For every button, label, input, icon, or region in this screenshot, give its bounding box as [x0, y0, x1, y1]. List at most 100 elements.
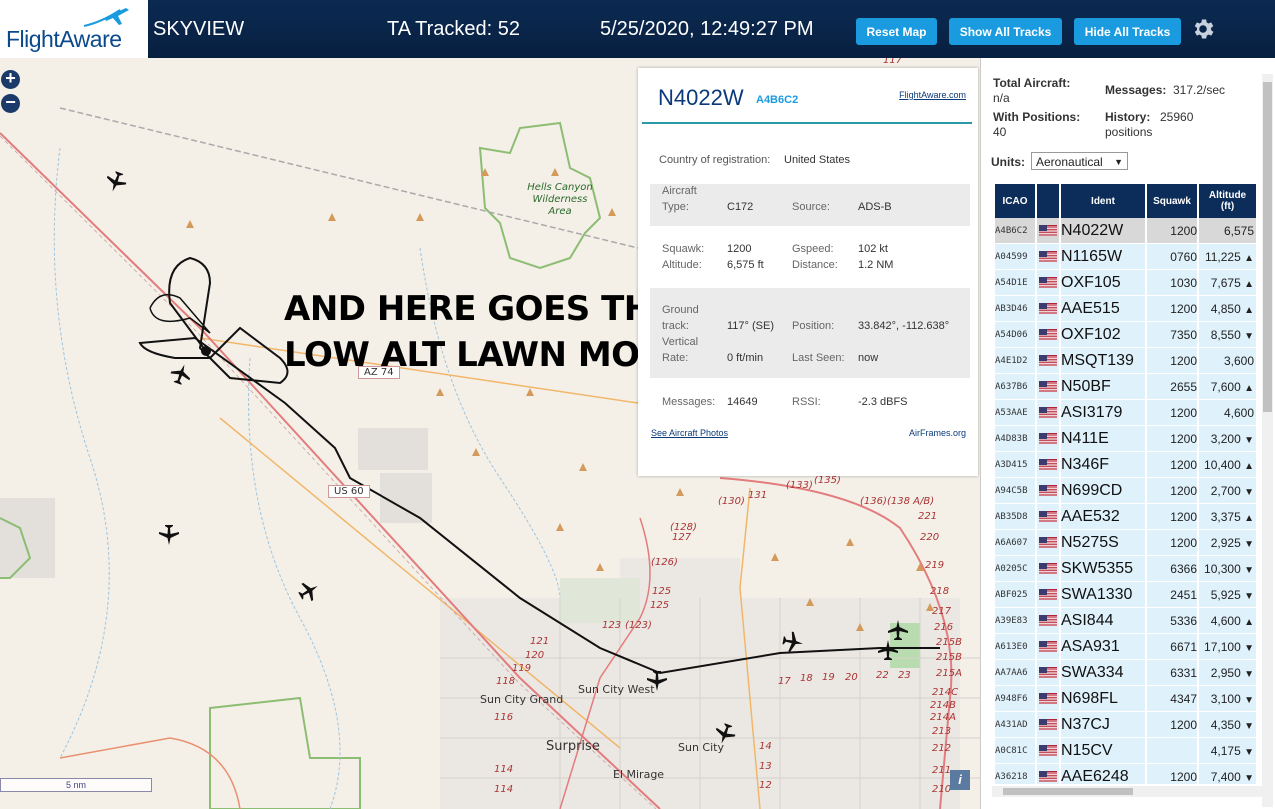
- table-row[interactable]: A94C5B N699CD 1200 2,700 ▼: [995, 478, 1256, 504]
- country-value: United States: [784, 154, 851, 166]
- row-trend-icon: ▼: [1244, 720, 1254, 732]
- squawk-label: Squawk:: [662, 243, 705, 255]
- table-row[interactable]: A54D06 OXF102 7350 8,550 ▼: [995, 322, 1256, 348]
- road-number: (135): [814, 475, 841, 486]
- table-horizontal-scrollbar-thumb[interactable]: [1003, 788, 1133, 795]
- row-ident: AAE6248: [1061, 764, 1145, 784]
- messages-label: Messages:: [662, 396, 716, 408]
- table-row[interactable]: AB3D46 AAE515 1200 4,850 ▲: [995, 296, 1256, 322]
- table-row[interactable]: AB35D8 AAE532 1200 3,375 ▲: [995, 504, 1256, 530]
- distance-label: Distance:: [792, 259, 838, 271]
- aircraft-icon[interactable]: [104, 170, 128, 194]
- messages-value: 317.2/sec: [1173, 83, 1226, 97]
- column-header-flag[interactable]: [1037, 184, 1059, 218]
- table-row[interactable]: A39E83 ASI844 5336 4,600 ▲: [995, 608, 1256, 634]
- vertical-rate-label: Vertical Rate:: [662, 336, 699, 364]
- row-squawk: 6331: [1147, 660, 1197, 686]
- row-squawk: 6366: [1147, 556, 1197, 582]
- row-altitude: 4,350 ▼: [1199, 712, 1256, 738]
- row-altitude: 4,600: [1199, 400, 1256, 426]
- table-row[interactable]: A431AD N37CJ 1200 4,350 ▼: [995, 712, 1256, 738]
- road-number: 118: [496, 676, 516, 687]
- zoom-in-button[interactable]: +: [1, 69, 20, 89]
- aircraft-icon[interactable]: [157, 523, 181, 547]
- table-row[interactable]: A613E0 ASA931 6671 17,100 ▼: [995, 634, 1256, 660]
- table-row[interactable]: AA7AA6 SWA334 6331 2,950 ▼: [995, 660, 1256, 686]
- aircraft-icon[interactable]: [713, 722, 737, 746]
- us-flag-icon: [1037, 426, 1059, 452]
- map-scale: 5 nm: [0, 778, 152, 792]
- us-flag-icon: [1037, 400, 1059, 426]
- aircraft-icon[interactable]: [169, 362, 193, 386]
- us-flag-icon: [1037, 582, 1059, 608]
- table-row[interactable]: A0C81C N15CV 4,175 ▼: [995, 738, 1256, 764]
- column-header-squawk[interactable]: Squawk: [1147, 184, 1197, 218]
- row-squawk: 4347: [1147, 686, 1197, 712]
- country-label: Country of registration:: [659, 154, 771, 166]
- vertical-rate-value: 0 ft/min: [727, 352, 764, 364]
- units-select[interactable]: Aeronautical ▼: [1031, 152, 1128, 170]
- last-seen-value: now: [858, 352, 879, 364]
- aircraft-photos-link[interactable]: See Aircraft Photos: [651, 428, 728, 438]
- gear-icon[interactable]: [1190, 16, 1216, 42]
- top-header: FlightAware SKYVIEW TA Tracked: 52 5/25/…: [0, 0, 1275, 58]
- row-ident: N37CJ: [1061, 712, 1145, 738]
- road-number: (133): [786, 480, 813, 491]
- road-number: 116: [494, 712, 514, 723]
- row-altitude: 10,300 ▼: [1199, 556, 1256, 582]
- row-icao: ABF025: [995, 582, 1035, 608]
- table-row[interactable]: A36218 AAE6248 1200 7,400 ▼: [995, 764, 1256, 784]
- table-row[interactable]: A4B6C2 N4022W 1200 6,575: [995, 218, 1256, 244]
- table-row[interactable]: A4E1D2 MSQT139 1200 3,600: [995, 348, 1256, 374]
- column-header-icao[interactable]: ICAO: [995, 184, 1035, 218]
- us-flag-icon: [1037, 452, 1059, 478]
- table-row[interactable]: ABF025 SWA1330 2451 5,925 ▼: [995, 582, 1256, 608]
- source-value: ADS-B: [858, 201, 892, 213]
- row-altitude: 11,225 ▲: [1199, 244, 1256, 270]
- row-altitude: 17,100 ▼: [1199, 634, 1256, 660]
- row-squawk: 6671: [1147, 634, 1197, 660]
- table-row[interactable]: A4D83B N411E 1200 3,200 ▼: [995, 426, 1256, 452]
- table-row[interactable]: A948F6 N698FL 4347 3,100 ▼: [995, 686, 1256, 712]
- row-icao: AB35D8: [995, 504, 1035, 530]
- road-number: 214C: [932, 687, 959, 698]
- show-all-tracks-button[interactable]: Show All Tracks: [949, 18, 1062, 45]
- table-row[interactable]: A6A607 N5275S 1200 2,925 ▼: [995, 530, 1256, 556]
- row-icao: A94C5B: [995, 478, 1035, 504]
- flightaware-link[interactable]: FlightAware.com: [899, 90, 966, 100]
- table-row[interactable]: A53AAE ASI3179 1200 4,600: [995, 400, 1256, 426]
- aircraft-icon[interactable]: [781, 630, 805, 654]
- row-icao: A431AD: [995, 712, 1035, 738]
- row-ident: N4022W: [1061, 218, 1145, 244]
- row-trend-icon: ▲: [1244, 382, 1254, 394]
- panel-scrollbar-thumb[interactable]: [1263, 82, 1272, 412]
- table-row[interactable]: A04599 N1165W 0760 11,225 ▲: [995, 244, 1256, 270]
- aircraft-icon[interactable]: [886, 618, 910, 642]
- column-header-ident[interactable]: Ident: [1061, 184, 1145, 218]
- flightaware-logo[interactable]: FlightAware: [0, 0, 148, 58]
- row-trend-icon: ▲: [1244, 512, 1254, 524]
- reset-map-button[interactable]: Reset Map: [856, 18, 937, 45]
- column-header-altitude[interactable]: Altitude (ft): [1199, 184, 1256, 218]
- row-icao: A4D83B: [995, 426, 1035, 452]
- airframes-link[interactable]: AirFrames.org: [909, 428, 966, 438]
- table-row[interactable]: A0205C SKW5355 6366 10,300 ▼: [995, 556, 1256, 582]
- aircraft-icon[interactable]: [645, 669, 669, 693]
- table-row[interactable]: A637B6 N50BF 2655 7,600 ▲: [995, 374, 1256, 400]
- aircraft-icon[interactable]: [297, 579, 321, 603]
- row-icao: A0205C: [995, 556, 1035, 582]
- row-icao: A54D06: [995, 322, 1035, 348]
- row-icao: A36218: [995, 764, 1035, 784]
- total-aircraft-value: n/a: [993, 91, 1010, 105]
- info-button[interactable]: i: [950, 770, 970, 790]
- row-altitude: 7,400 ▼: [1199, 764, 1256, 784]
- hide-all-tracks-button[interactable]: Hide All Tracks: [1074, 18, 1181, 45]
- units-label: Units:: [991, 155, 1025, 169]
- row-squawk: [1147, 738, 1197, 764]
- table-row[interactable]: A54D1E OXF105 1030 7,675 ▲: [995, 270, 1256, 296]
- zoom-out-button[interactable]: −: [1, 93, 20, 113]
- row-trend-icon: ▼: [1244, 642, 1254, 654]
- table-row[interactable]: A3D415 N346F 1200 10,400 ▲: [995, 452, 1256, 478]
- distance-value: 1.2 NM: [858, 259, 894, 271]
- with-positions-label: With Positions:: [993, 110, 1081, 124]
